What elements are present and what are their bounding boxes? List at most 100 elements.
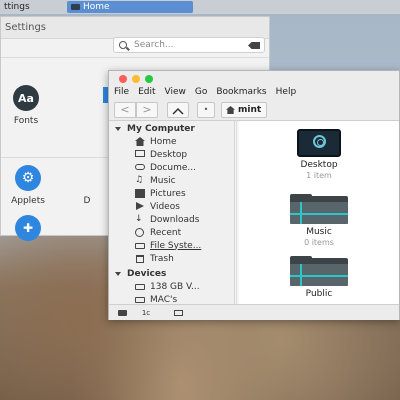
sidebar-item-label: Music [150, 175, 176, 186]
menu-go[interactable]: Go [195, 87, 207, 97]
sidebar-item-home[interactable]: Home [109, 135, 234, 148]
minimize-button[interactable] [132, 75, 140, 83]
settings-item-extensions[interactable]: ✚ [3, 215, 53, 241]
folder-icon [71, 4, 80, 10]
clear-icon[interactable] [248, 42, 260, 49]
file-item-desktop[interactable]: Desktop 1 item [274, 129, 364, 180]
documents-icon [135, 163, 145, 172]
sidebar-item-trash[interactable]: Trash [109, 252, 234, 265]
breadcrumb-home[interactable]: mint [221, 102, 267, 118]
videos-icon [135, 202, 145, 211]
top-taskbar: ttings Home [0, 0, 400, 14]
file-item-music[interactable]: Music 0 items [274, 194, 364, 247]
settings-item-fonts[interactable]: Aa Fonts [1, 85, 51, 126]
recent-icon [135, 228, 145, 237]
menu-edit[interactable]: Edit [138, 87, 155, 97]
search-placeholder: Search... [134, 40, 174, 50]
menu-view[interactable]: View [165, 87, 186, 97]
menu-bookmarks[interactable]: Bookmarks [216, 87, 266, 97]
sidebar-section-my-computer[interactable]: My Computer [109, 122, 234, 135]
up-button[interactable] [167, 102, 189, 118]
pictures-icon [135, 189, 145, 198]
close-button[interactable] [119, 75, 127, 83]
hide-sidebar-button[interactable] [169, 307, 187, 319]
settings-item-label: Applets [11, 196, 45, 206]
settings-item-applets[interactable]: ⚙ Applets [3, 165, 53, 206]
home-icon [226, 106, 235, 114]
sidebar-item-label: MAC's [150, 294, 178, 305]
toolbar: < > • mint [109, 99, 399, 121]
menu-help[interactable]: Help [276, 87, 297, 97]
sidebar-item-label: 138 GB V... [150, 281, 200, 292]
drive-icon [135, 241, 145, 250]
forward-button[interactable]: > [136, 102, 158, 118]
sidebar-item-label: File Syste... [150, 240, 202, 251]
settings-search-input[interactable]: Search... [113, 37, 265, 53]
sidebar-item-label: Trash [150, 253, 174, 264]
sidebar-item-desktop[interactable]: Desktop [109, 148, 234, 161]
file-name: Desktop [300, 160, 338, 170]
section-title: Devices [127, 268, 167, 279]
sidebar-item-recent[interactable]: Recent [109, 226, 234, 239]
tree-toggle-button[interactable]: 1c [137, 307, 155, 319]
maximize-button[interactable] [145, 75, 153, 83]
expander-icon [115, 271, 121, 276]
file-name: Public [305, 289, 333, 299]
status-bar: 1c [109, 304, 399, 320]
sidebar-item-label: Pictures [150, 188, 186, 199]
sidebar-item-music[interactable]: ♫ Music [109, 174, 234, 187]
desktop-icon [135, 150, 145, 159]
settings-item-label: D [83, 196, 91, 206]
sidebar-divider[interactable] [236, 121, 237, 304]
sidebar-item-label: Recent [150, 227, 182, 238]
file-manager-window: File Edit View Go Bookmarks Help < > • m… [108, 70, 400, 320]
menu-file[interactable]: File [114, 87, 129, 97]
taskbar-home-label: Home [83, 2, 110, 12]
expander-icon [115, 126, 121, 131]
chevron-up-icon [172, 107, 184, 115]
places-toggle-button[interactable] [113, 307, 131, 319]
file-name: Music [306, 227, 332, 237]
drive-icon [135, 295, 145, 304]
location-toggle-button[interactable]: • [197, 102, 215, 118]
settings-item-partial[interactable]: D [77, 191, 97, 206]
music-icon: ♫ [135, 175, 144, 185]
downloads-icon: ↓ [135, 214, 143, 224]
fonts-icon: Aa [13, 85, 39, 111]
file-item-public[interactable]: Public [274, 256, 364, 299]
sidebar-item-label: Home [150, 136, 177, 147]
sidebar-item-label: Videos [150, 201, 180, 212]
sidebar-item-videos[interactable]: Videos [109, 200, 234, 213]
sidebar-item-filesystem[interactable]: File Syste... [109, 239, 234, 252]
sidebar-item-label: Downloads [150, 214, 200, 225]
window-titlebar [109, 71, 399, 85]
section-title: My Computer [127, 123, 195, 134]
menu-bar: File Edit View Go Bookmarks Help [109, 85, 399, 99]
sidebar-section-devices[interactable]: Devices [109, 267, 234, 280]
taskbar-home-entry[interactable]: Home [67, 1, 193, 13]
file-view: Desktop 1 item Music 0 items Public [239, 121, 399, 304]
taskbar-settings-entry[interactable]: ttings [0, 1, 34, 13]
sidebar-item-volume[interactable]: 138 GB V... [109, 280, 234, 293]
file-manager-body: My Computer Home Desktop Docume... ♫ Mus… [109, 121, 399, 304]
file-item-count: 0 items [304, 238, 334, 247]
home-icon [135, 137, 145, 146]
public-folder-icon [290, 256, 348, 286]
sidebar-item-pictures[interactable]: Pictures [109, 187, 234, 200]
settings-title: Settings [5, 22, 47, 33]
settings-header: Settings [1, 17, 269, 39]
trash-icon [135, 254, 145, 263]
extensions-icon: ✚ [15, 215, 41, 241]
sidebar-item-documents[interactable]: Docume... [109, 161, 234, 174]
drive-icon [135, 282, 145, 291]
breadcrumb-label: mint [238, 105, 262, 115]
music-folder-icon [290, 194, 348, 224]
places-sidebar: My Computer Home Desktop Docume... ♫ Mus… [109, 121, 235, 304]
back-button[interactable]: < [114, 102, 136, 118]
sidebar-item-label: Docume... [150, 162, 196, 173]
file-item-count: 1 item [306, 171, 332, 180]
sidebar-item-macs[interactable]: MAC's [109, 293, 234, 304]
desktop-folder-icon [297, 129, 341, 157]
search-icon [119, 41, 127, 49]
sidebar-item-downloads[interactable]: ↓ Downloads [109, 213, 234, 226]
